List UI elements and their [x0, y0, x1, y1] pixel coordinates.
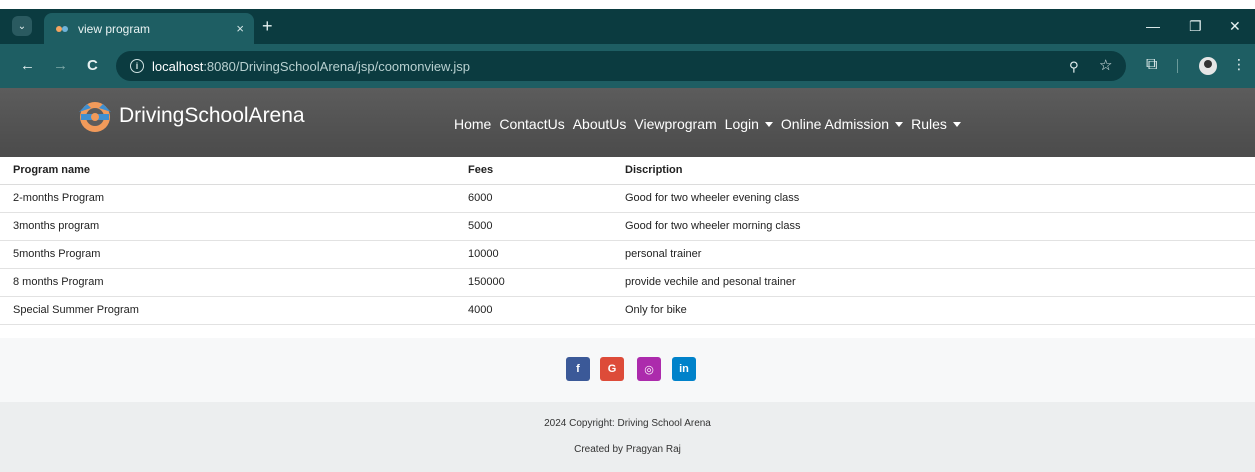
- nav-contactus[interactable]: ContactUs: [499, 116, 564, 132]
- table-row: 3months program 5000 Good for two wheele…: [0, 212, 1255, 241]
- brand-name: DrivingSchoolArena: [119, 104, 305, 127]
- table-row: Special Summer Program 4000 Only for bik…: [0, 296, 1255, 325]
- new-tab-button[interactable]: +: [262, 17, 273, 35]
- restore-button[interactable]: ❐: [1189, 18, 1202, 35]
- cell-fees: 10000: [455, 240, 612, 269]
- credit-text: Created by Pragyan Raj: [574, 444, 681, 455]
- close-window-button[interactable]: ✕: [1229, 18, 1241, 35]
- header-description: Discription: [612, 157, 1255, 185]
- tab-search-button[interactable]: ⌄: [12, 16, 32, 36]
- nav-online-admission-dropdown[interactable]: Online Admission: [780, 116, 904, 132]
- browser-toolbar: ← → C i localhost :8080/DrivingSchoolAre…: [0, 44, 1255, 88]
- extensions-icon[interactable]: ⧉: [1146, 56, 1157, 74]
- site-navbar: DrivingSchoolArena Home ContactUs AboutU…: [0, 88, 1255, 157]
- table-row: 8 months Program 150000 provide vechile …: [0, 268, 1255, 297]
- cell-program-name: 2-months Program: [0, 184, 455, 213]
- url-host: localhost: [152, 58, 204, 74]
- cell-description: Good for two wheeler morning class: [612, 212, 1255, 241]
- header-program-name: Program name: [0, 157, 455, 185]
- cell-program-name: 3months program: [0, 212, 455, 241]
- site-brand[interactable]: DrivingSchoolArena: [73, 98, 305, 134]
- menu-kebab-icon[interactable]: ⋮: [1232, 56, 1246, 73]
- toolbar-separator: [1177, 59, 1178, 73]
- steering-wheel-logo-icon: [79, 102, 111, 132]
- nav-rules-dropdown[interactable]: Rules: [911, 116, 961, 132]
- favicon-icon: [54, 21, 70, 37]
- linkedin-icon[interactable]: in: [672, 357, 696, 381]
- nav-login-dropdown[interactable]: Login: [725, 116, 773, 132]
- copyright-text: 2024 Copyright: Driving School Arena: [544, 418, 711, 429]
- main-menu: Home ContactUs AboutUs Viewprogram Login…: [454, 116, 961, 132]
- caret-down-icon: [764, 122, 773, 127]
- table-header-row: Program name Fees Discription: [0, 157, 1255, 185]
- site-info-icon[interactable]: i: [130, 59, 144, 73]
- google-icon[interactable]: G: [600, 357, 624, 381]
- cell-program-name: 8 months Program: [0, 268, 455, 297]
- cell-fees: 150000: [455, 268, 612, 297]
- nav-viewprogram[interactable]: Viewprogram: [634, 116, 716, 132]
- footer-social-section: f G ◎ in: [0, 338, 1255, 402]
- table-row: 5months Program 10000 personal trainer: [0, 240, 1255, 269]
- cell-description: provide vechile and pesonal trainer: [612, 268, 1255, 297]
- cell-fees: 6000: [455, 184, 612, 213]
- cell-description: personal trainer: [612, 240, 1255, 269]
- profile-avatar-icon[interactable]: [1199, 57, 1217, 75]
- browser-tab-bar: ⌄ view program × + — ❐ ✕: [0, 9, 1255, 44]
- instagram-icon[interactable]: ◎: [637, 357, 661, 381]
- back-arrow-icon[interactable]: ←: [20, 58, 35, 73]
- header-fees: Fees: [455, 157, 612, 185]
- cell-fees: 5000: [455, 212, 612, 241]
- address-bar[interactable]: i localhost :8080/DrivingSchoolArena/jsp…: [116, 51, 1126, 81]
- caret-down-icon: [895, 122, 904, 127]
- tab-close-icon[interactable]: ×: [236, 21, 244, 36]
- url-path: :8080/DrivingSchoolArena/jsp/coomonview.…: [203, 58, 470, 74]
- facebook-icon[interactable]: f: [566, 357, 590, 381]
- nav-login-label: Login: [724, 116, 759, 132]
- nav-rules-label: Rules: [911, 116, 947, 132]
- caret-down-icon: [952, 122, 961, 127]
- tab-title: view program: [78, 21, 151, 36]
- cell-description: Only for bike: [612, 296, 1255, 325]
- browser-tab[interactable]: view program ×: [44, 13, 254, 44]
- nav-online-admission-label: Online Admission: [780, 116, 890, 132]
- reload-icon[interactable]: C: [87, 58, 98, 73]
- cell-program-name: 5months Program: [0, 240, 455, 269]
- programs-table: Program name Fees Discription 2-months P…: [0, 157, 1255, 325]
- nav-aboutus[interactable]: AboutUs: [573, 116, 627, 132]
- forward-arrow-icon[interactable]: →: [53, 58, 68, 73]
- nav-home[interactable]: Home: [454, 116, 491, 132]
- cell-fees: 4000: [455, 296, 612, 325]
- zoom-icon[interactable]: ⚲: [1069, 59, 1079, 75]
- table-row: 2-months Program 6000 Good for two wheel…: [0, 184, 1255, 213]
- window-top-strip: [0, 0, 1255, 9]
- cell-program-name: Special Summer Program: [0, 296, 455, 325]
- cell-description: Good for two wheeler evening class: [612, 184, 1255, 213]
- minimize-button[interactable]: —: [1146, 18, 1160, 34]
- bookmark-star-icon[interactable]: ☆: [1099, 56, 1112, 74]
- footer-copyright-section: 2024 Copyright: Driving School Arena Cre…: [0, 402, 1255, 472]
